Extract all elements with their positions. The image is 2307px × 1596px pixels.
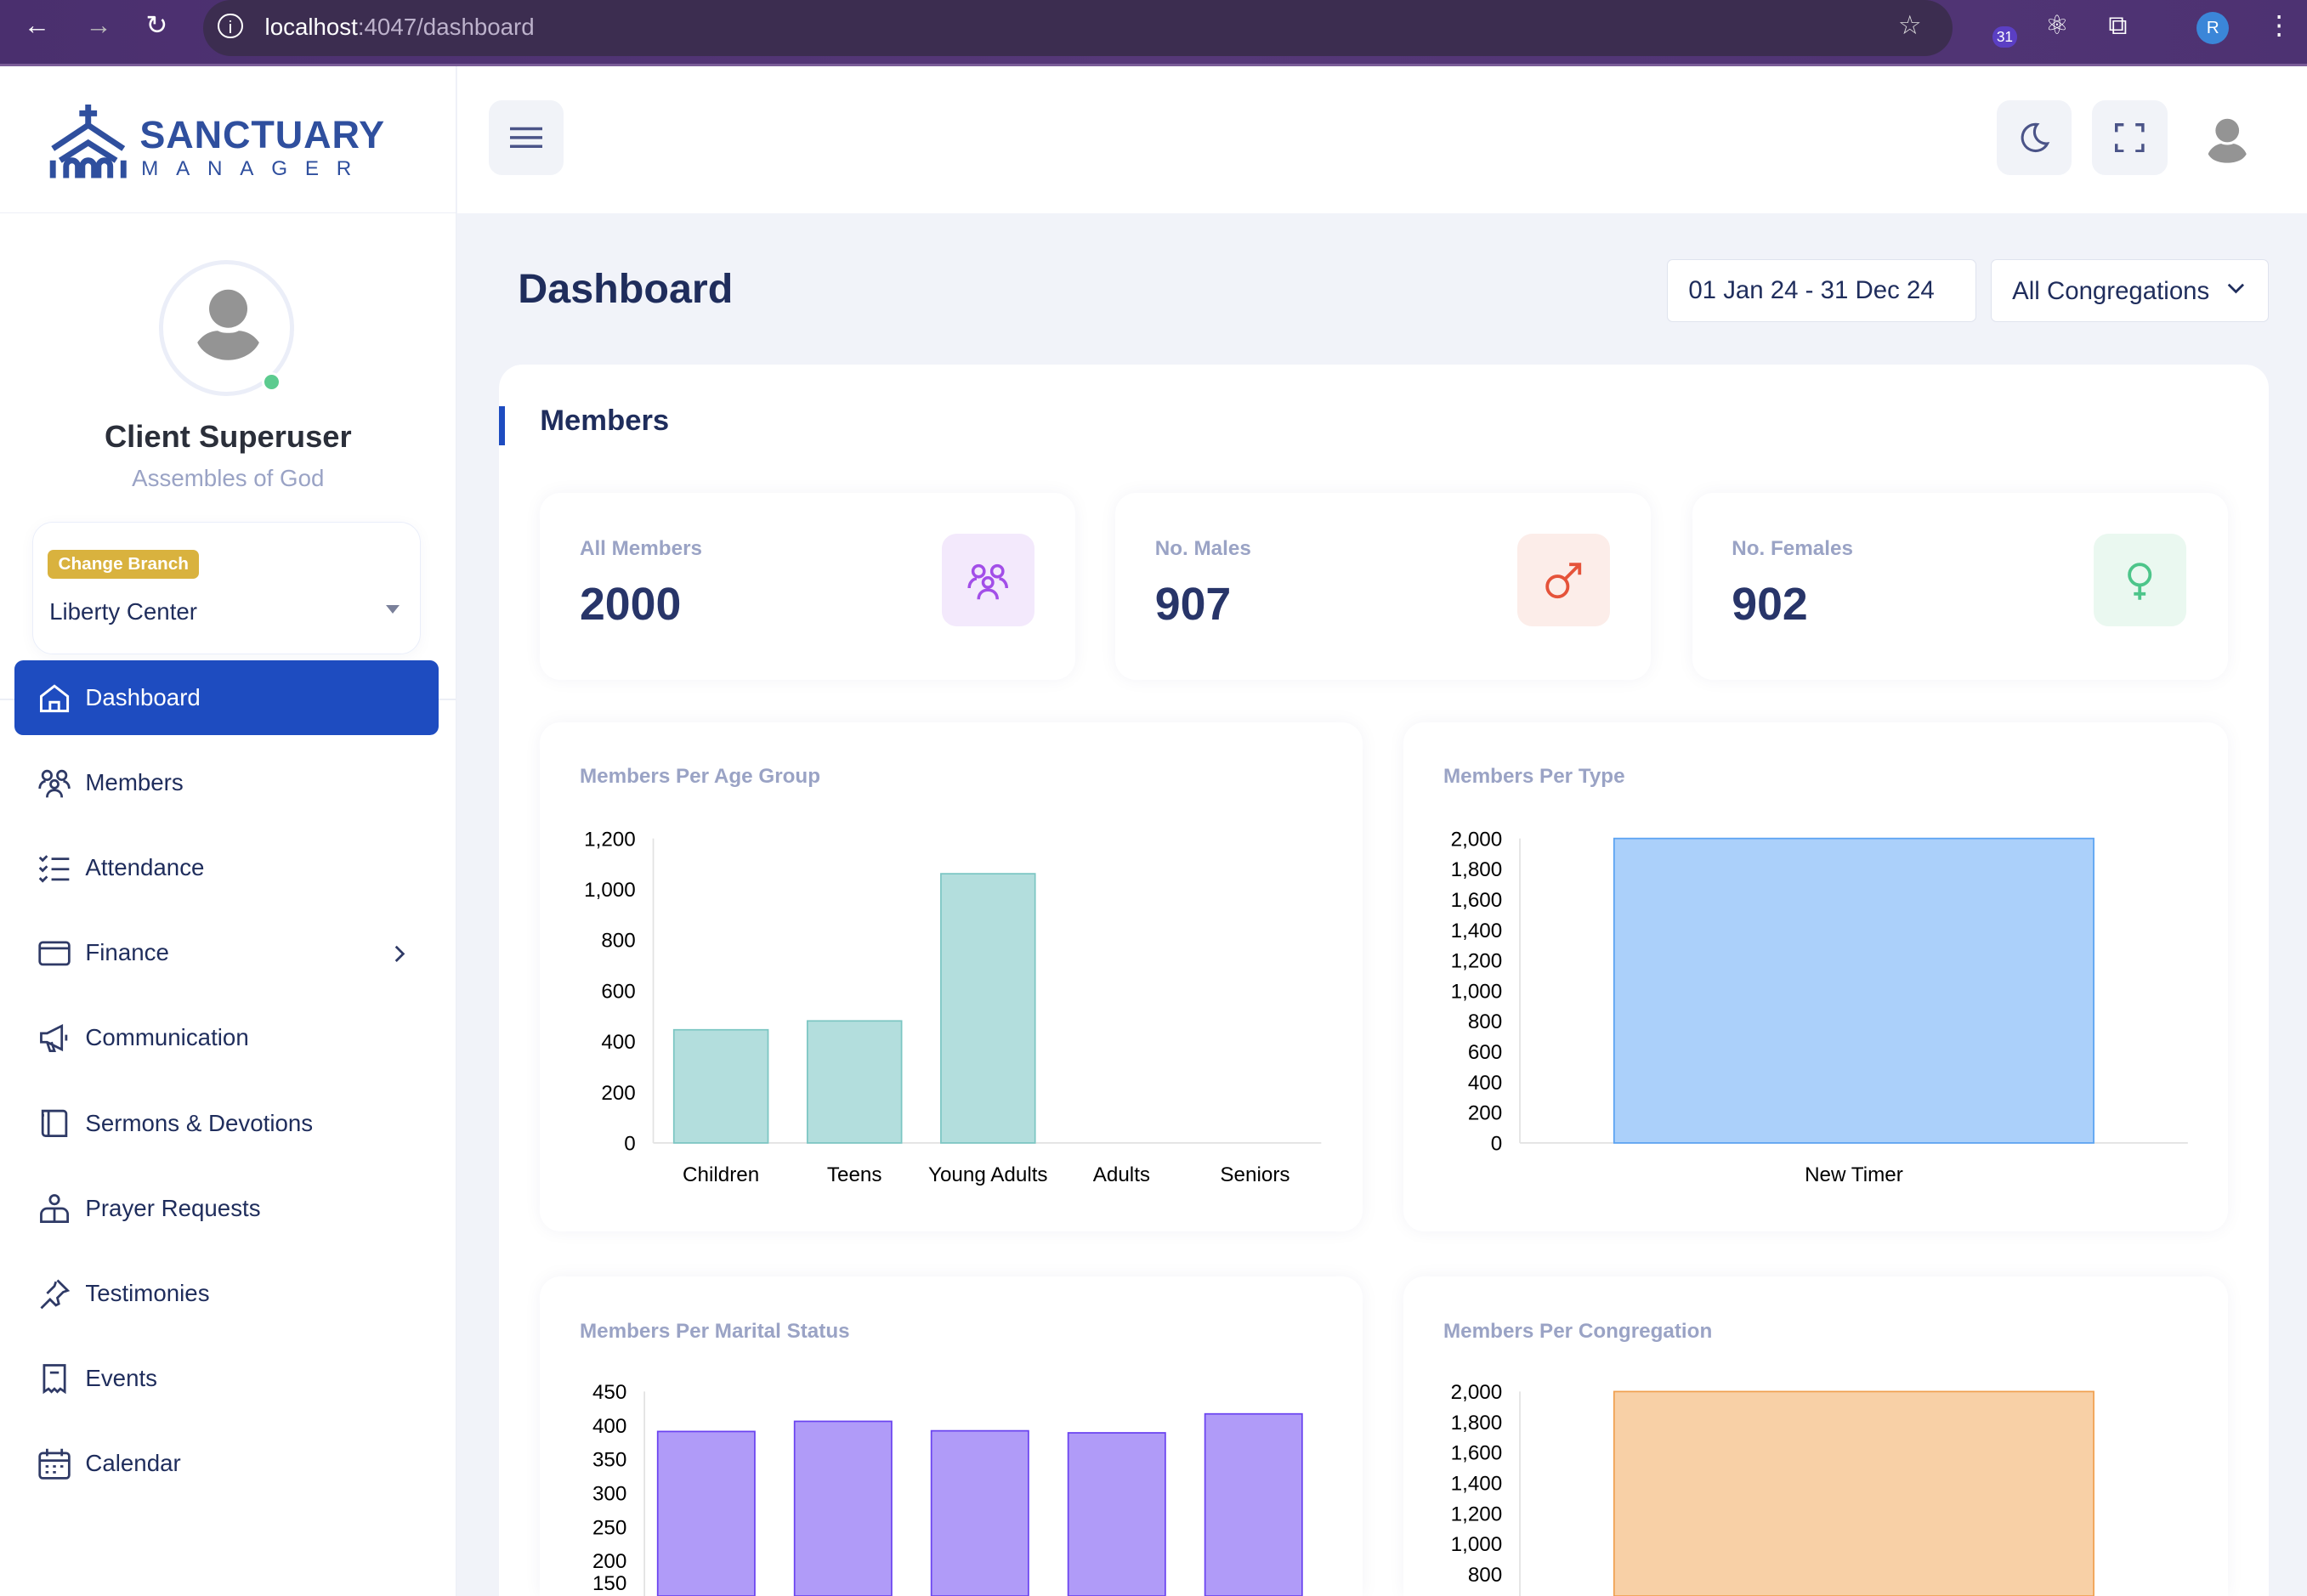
bar [1067, 1432, 1166, 1596]
x-category-label: Teens [827, 1163, 882, 1186]
y-tick-label: 600 [601, 980, 635, 1003]
bar [1613, 837, 2094, 1144]
bar-charts: 0 200 400 600 800 1,000 1,200 Children Teens Youn… [584, 828, 2188, 1596]
bar [793, 1420, 893, 1596]
y-tick-label: 200 [592, 1550, 626, 1573]
y-tick-label: 400 [1468, 1072, 1502, 1095]
y-tick-label: 1,200 [584, 828, 636, 851]
y-tick-label: 350 [592, 1449, 626, 1472]
y-tick-label: 300 [592, 1483, 626, 1506]
x-category-label: Young Adults [928, 1163, 1048, 1186]
bar [940, 873, 1036, 1144]
y-tick-label: 800 [1468, 1010, 1502, 1033]
y-tick-label: 1,200 [1451, 950, 1503, 973]
y-tick-label: 250 [592, 1516, 626, 1539]
y-tick-label: 600 [1468, 1041, 1502, 1064]
bar [930, 1429, 1029, 1596]
y-tick-label: 1,400 [1451, 920, 1503, 942]
y-tick-label: 1,800 [1451, 858, 1503, 881]
bar [806, 1020, 903, 1144]
y-tick-label: 1,000 [584, 879, 636, 902]
y-tick-label: 800 [601, 930, 635, 953]
bar [656, 1430, 756, 1596]
y-tick-label: 450 [592, 1381, 626, 1404]
x-category-label: Seniors [1220, 1163, 1290, 1186]
y-tick-label: 400 [601, 1031, 635, 1054]
y-tick-label: 800 [1468, 1564, 1502, 1587]
x-category-label: New Timer [1805, 1163, 1903, 1186]
y-tick-label: 1,200 [1451, 1503, 1503, 1525]
y-tick-label: 1,000 [1451, 980, 1503, 1003]
y-tick-label: 2,000 [1451, 1381, 1503, 1404]
y-tick-label: 0 [624, 1133, 635, 1156]
y-tick-label: 1,400 [1451, 1473, 1503, 1496]
y-tick-label: 1,800 [1451, 1412, 1503, 1435]
x-category-label: Children [683, 1163, 759, 1186]
bar [1204, 1412, 1303, 1596]
y-tick-label: 0 [1491, 1133, 1502, 1156]
y-tick-label: 150 [592, 1572, 626, 1595]
y-tick-label: 1,600 [1451, 889, 1503, 912]
y-tick-label: 2,000 [1451, 828, 1503, 851]
y-tick-label: 200 [1468, 1102, 1502, 1125]
y-tick-label: 200 [601, 1082, 635, 1105]
y-tick-label: 400 [592, 1415, 626, 1438]
y-tick-label: 1,000 [1451, 1533, 1503, 1556]
x-category-label: Adults [1093, 1163, 1150, 1186]
bar [1613, 1390, 2094, 1596]
bar [672, 1028, 769, 1144]
y-tick-label: 1,600 [1451, 1442, 1503, 1465]
